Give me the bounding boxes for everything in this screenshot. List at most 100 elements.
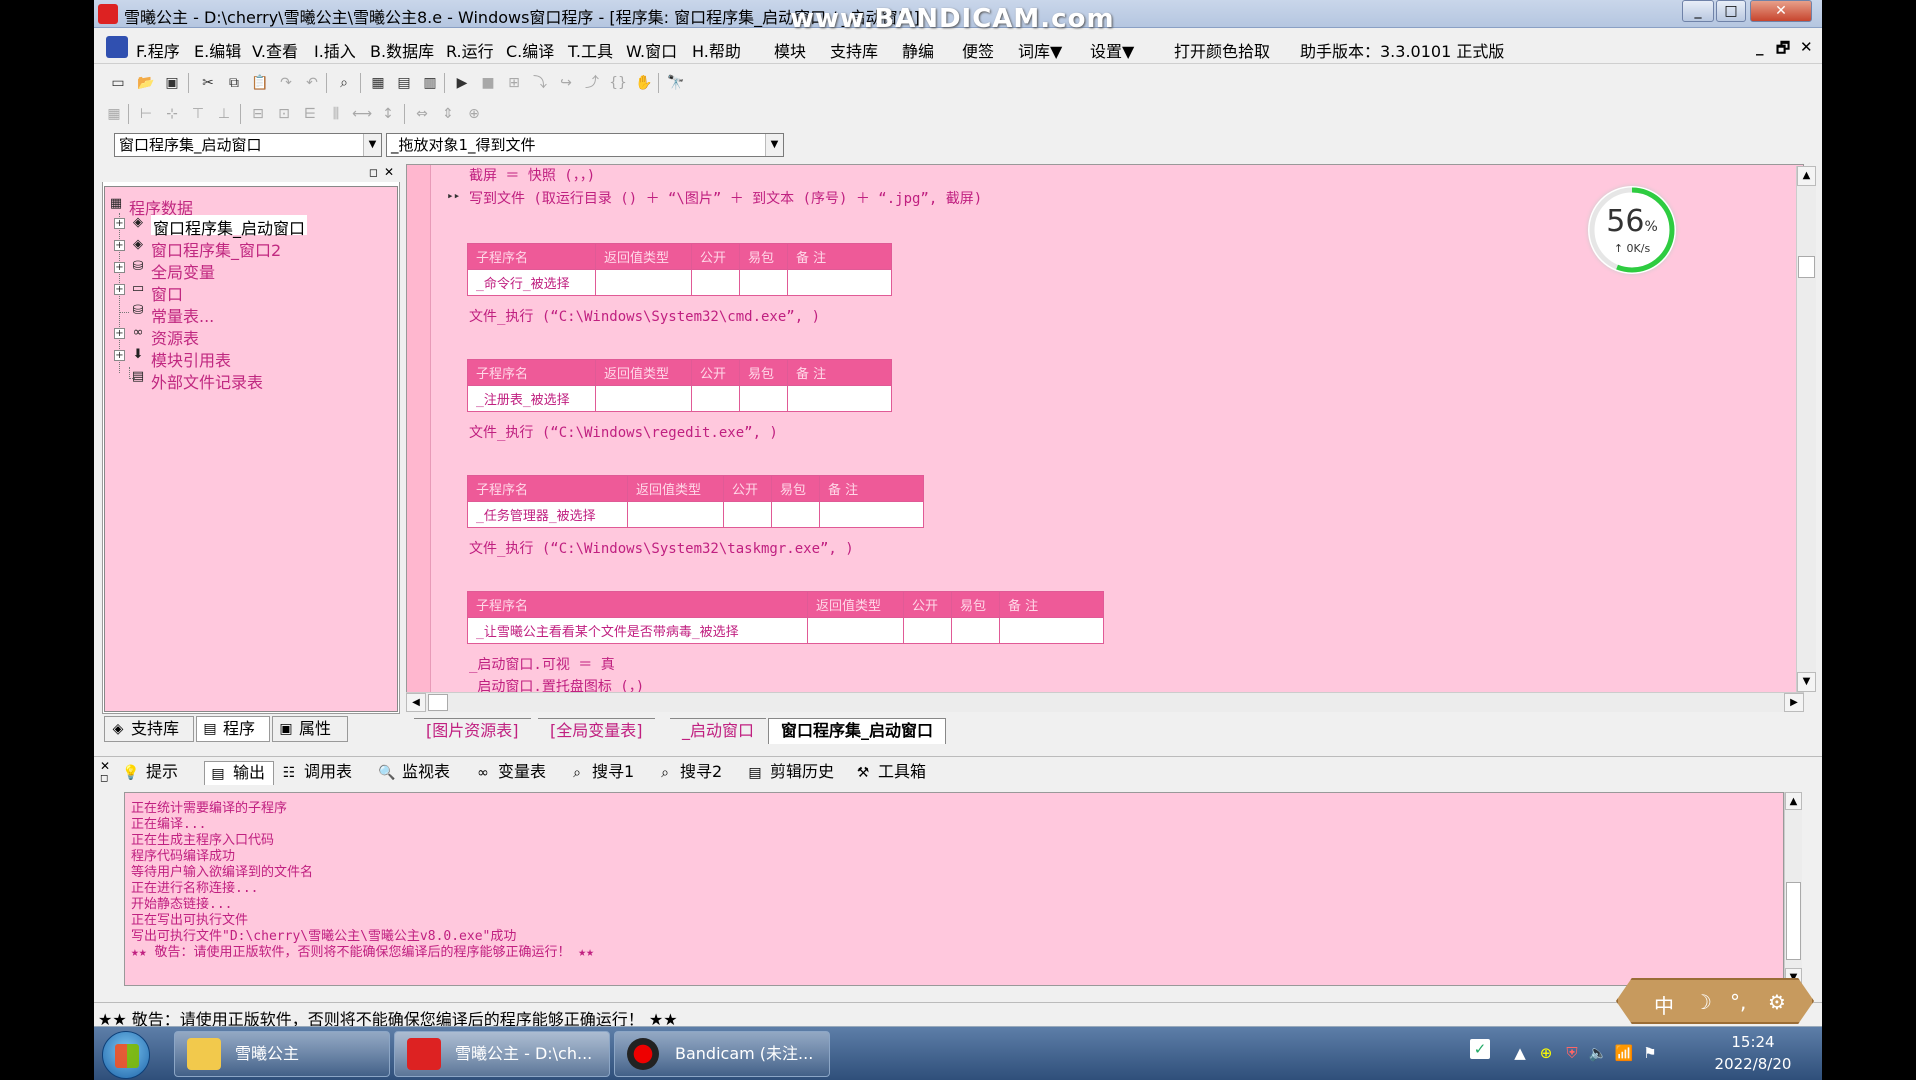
moon-icon[interactable]: ☽ xyxy=(1694,990,1712,1014)
start-button[interactable] xyxy=(102,1031,150,1079)
stop-icon[interactable]: ■ xyxy=(478,74,498,92)
output-float-icon[interactable]: ◻ xyxy=(100,773,108,784)
maximize-button[interactable]: □ xyxy=(1716,0,1746,22)
punctuation-icon[interactable]: °, xyxy=(1730,990,1746,1014)
cut-icon[interactable]: ✂ xyxy=(198,74,218,92)
panel-float-icon[interactable]: ◻ xyxy=(369,166,378,179)
center-v-icon[interactable]: ⊡ xyxy=(274,105,294,123)
distribute-v-icon[interactable]: ↕ xyxy=(378,105,398,123)
space-v-icon[interactable]: ⫼ xyxy=(326,105,346,123)
network-icon[interactable]: 📶 xyxy=(1614,1043,1634,1063)
step-out-icon[interactable]: ⤴ xyxy=(582,74,602,92)
tab-tips[interactable]: 💡 提示 xyxy=(118,761,178,785)
editor-horizontal-scrollbar[interactable]: ◀ ▶ xyxy=(406,692,1804,712)
same-width-icon[interactable]: ⇔ xyxy=(412,105,432,123)
open-folder-icon[interactable]: 📂 xyxy=(136,74,156,92)
same-height-icon[interactable]: ⇕ xyxy=(438,105,458,123)
close-button[interactable]: ✕ xyxy=(1750,0,1812,22)
tab-image-resources[interactable]: [图片资源表] xyxy=(414,718,531,744)
output-panel[interactable]: 正在统计需要编译的子程序 正在编译... 正在生成主程序入口代码 程序代码编译成… xyxy=(124,792,1784,986)
mdi-close-button[interactable]: ✕ xyxy=(1800,38,1813,56)
distribute-h-icon[interactable]: ⟷ xyxy=(352,105,372,123)
scroll-thumb[interactable] xyxy=(1798,256,1815,278)
scroll-right-icon[interactable]: ▶ xyxy=(1784,693,1804,712)
tab-search2[interactable]: ⌕ 搜寻2 xyxy=(652,761,722,785)
scroll-thumb[interactable] xyxy=(428,694,448,711)
volume-icon[interactable]: 🔈 xyxy=(1588,1043,1608,1063)
tree-item-window2-class[interactable]: 窗口程序集_窗口2 xyxy=(151,237,281,260)
menu-insert[interactable]: I.插入 xyxy=(314,38,356,62)
ime-chinese-mode[interactable]: 中 xyxy=(1654,990,1674,1019)
paste-icon[interactable]: 📋 xyxy=(250,74,270,92)
method-selector[interactable]: _拖放对象1_得到文件 ▼ xyxy=(386,133,784,157)
editor-vertical-scrollbar[interactable]: ▲ ▼ xyxy=(1796,166,1816,692)
class-selector[interactable]: 窗口程序集_启动窗口 ▼ xyxy=(114,133,382,157)
tab-variables[interactable]: ∞ 变量表 xyxy=(470,761,546,785)
menu-window[interactable]: W.窗口 xyxy=(626,38,677,62)
tab-properties[interactable]: ▣ 属性 xyxy=(272,716,348,742)
tree-item-global-vars[interactable]: 全局变量 xyxy=(151,259,215,282)
layout-1-icon[interactable]: ▦ xyxy=(368,74,388,92)
taskbar-item-ide[interactable]: 雪曦公主 - D:\ch... xyxy=(394,1031,610,1077)
tab-startup-window[interactable]: _启动窗口 xyxy=(670,718,767,744)
sub-name[interactable]: _注册表_被选择 xyxy=(467,385,596,412)
tab-startup-class[interactable]: 窗口程序集_启动窗口 xyxy=(768,718,947,744)
tab-call-stack[interactable]: ☷ 调用表 xyxy=(276,761,352,785)
menu-help[interactable]: H.帮助 xyxy=(692,38,741,62)
layout-2-icon[interactable]: ▤ xyxy=(394,74,414,92)
menu-edit[interactable]: E.编辑 xyxy=(194,38,241,62)
same-size-icon[interactable]: ⊕ xyxy=(464,105,484,123)
scroll-down-icon[interactable]: ▼ xyxy=(1797,672,1816,692)
tree-item-windows[interactable]: 窗口 xyxy=(151,281,183,304)
tree-item-resources[interactable]: 资源表 xyxy=(151,325,199,348)
scroll-up-icon[interactable]: ▲ xyxy=(1785,792,1802,810)
tree-item-module-refs[interactable]: 模块引用表 xyxy=(151,347,231,370)
layout-3-icon[interactable]: ▥ xyxy=(420,74,440,92)
tab-clip-history[interactable]: ▤ 剪辑历史 xyxy=(742,761,834,785)
tab-program[interactable]: ▤ 程序 xyxy=(196,716,270,742)
redo-icon[interactable]: ↷ xyxy=(276,74,296,92)
menu-compile[interactable]: C.编译 xyxy=(506,38,554,62)
mdi-minimize-button[interactable]: _ xyxy=(1756,38,1764,56)
align-center-icon[interactable]: ⊹ xyxy=(162,105,182,123)
tab-global-vars[interactable]: [全局变量表] xyxy=(538,718,655,744)
tab-support-lib[interactable]: ◈ 支持库 xyxy=(104,716,194,742)
new-file-icon[interactable]: ▭ xyxy=(108,74,128,92)
output-close-icon[interactable]: ✕ xyxy=(100,759,110,773)
step-into-icon[interactable]: ⤵ xyxy=(530,74,550,92)
ime-toolbar[interactable]: 中 ☽ °, ⚙ xyxy=(1616,978,1814,1024)
panel-close-icon[interactable]: ✕ xyxy=(384,165,394,179)
space-h-icon[interactable]: ⋿ xyxy=(300,105,320,123)
undo-icon[interactable]: ↶ xyxy=(302,74,322,92)
settings-gear-icon[interactable]: ⚙ xyxy=(1768,990,1786,1014)
save-icon[interactable]: ▣ xyxy=(162,74,182,92)
menu-modules[interactable]: 模块 xyxy=(774,38,806,62)
expand-icon[interactable]: + xyxy=(114,328,125,339)
run-icon[interactable]: ▶ xyxy=(452,74,472,92)
taskbar-item-bandicam[interactable]: Bandicam (未注... xyxy=(614,1031,830,1077)
menu-program[interactable]: F.程序 xyxy=(136,38,180,62)
tab-toolbox[interactable]: ⚒ 工具箱 xyxy=(850,761,926,785)
scroll-thumb[interactable] xyxy=(1786,882,1801,960)
menu-color-picker[interactable]: 打开颜色拾取 xyxy=(1174,38,1270,62)
menu-tools[interactable]: T.工具 xyxy=(568,38,613,62)
align-top-icon[interactable]: ⊤ xyxy=(188,105,208,123)
menu-static-compile[interactable]: 静编 xyxy=(902,38,934,62)
run-to-cursor-icon[interactable]: {} xyxy=(608,74,628,92)
tab-watch[interactable]: 🔍 监视表 xyxy=(374,761,450,785)
sub-name[interactable]: _命令行_被选择 xyxy=(467,269,596,296)
align-left-icon[interactable]: ⊢ xyxy=(136,105,156,123)
sub-name[interactable]: _任务管理器_被选择 xyxy=(467,501,628,528)
tree-item-constants[interactable]: 常量表... xyxy=(151,303,214,326)
sub-name[interactable]: _让雪曦公主看看某个文件是否带病毒_被选择 xyxy=(467,617,808,644)
system-clock[interactable]: 15:24 2022/8/20 xyxy=(1708,1031,1798,1075)
copy-icon[interactable]: ⧉ xyxy=(224,74,244,92)
mdi-restore-button[interactable]: 🗗 xyxy=(1776,38,1790,63)
scroll-up-icon[interactable]: ▲ xyxy=(1797,166,1816,186)
flag-icon[interactable]: ⚑ xyxy=(1640,1043,1660,1063)
menu-view[interactable]: V.查看 xyxy=(252,38,298,62)
menu-support-lib[interactable]: 支持库 xyxy=(830,38,878,62)
expand-icon[interactable]: + xyxy=(114,240,125,251)
plus-tray-icon[interactable]: ⊕ xyxy=(1536,1043,1556,1063)
output-vertical-scrollbar[interactable]: ▲ ▼ xyxy=(1784,792,1802,986)
